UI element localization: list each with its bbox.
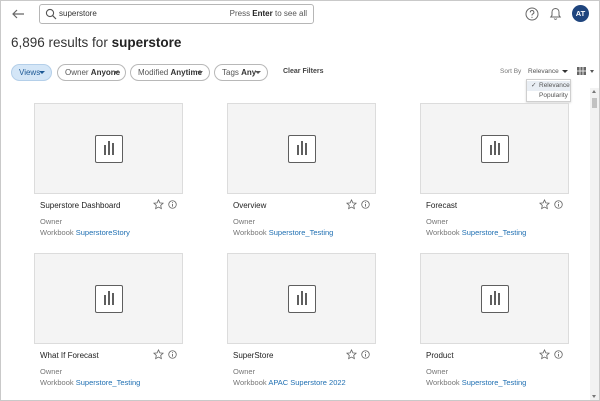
star-icon[interactable] <box>539 199 550 210</box>
owner-label: Owner <box>233 367 256 376</box>
workbook-link[interactable]: APAC Superstore 2022 <box>268 378 345 387</box>
info-icon[interactable] <box>361 200 370 209</box>
sort-option-relevance[interactable]: ✓ Relevance <box>527 81 570 91</box>
owner-filter[interactable]: Owner Anyone <box>57 64 126 81</box>
help-icon[interactable] <box>525 7 539 21</box>
workbook-line: Workbook Superstore_Testing <box>233 228 334 237</box>
workbook-line: Workbook SuperstoreStory <box>40 228 130 237</box>
view-title[interactable]: What If Forecast <box>40 351 99 360</box>
chevron-down-icon <box>113 71 119 74</box>
view-icon <box>481 285 509 313</box>
owner-label: Owner <box>233 217 256 226</box>
view-icon <box>288 135 316 163</box>
workbook-line: Workbook Superstore_Testing <box>426 228 527 237</box>
view-title[interactable]: SuperStore <box>233 351 273 360</box>
info-icon[interactable] <box>168 350 177 359</box>
view-icon <box>95 285 123 313</box>
view-thumbnail[interactable] <box>227 253 376 344</box>
search-icon <box>45 8 57 20</box>
view-icon <box>288 285 316 313</box>
chevron-down-icon <box>255 71 261 74</box>
workbook-line: Workbook APAC Superstore 2022 <box>233 378 346 387</box>
owner-label: Owner <box>40 367 63 376</box>
view-card[interactable]: Product Owner Workbook Superstore_Testing <box>420 253 570 393</box>
owner-label: Owner <box>426 217 449 226</box>
scroll-down-icon[interactable] <box>592 395 596 398</box>
view-title[interactable]: Forecast <box>426 201 457 210</box>
info-icon[interactable] <box>554 350 563 359</box>
star-icon[interactable] <box>346 349 357 360</box>
sort-by-label: Sort By <box>500 68 522 75</box>
view-title[interactable]: Overview <box>233 201 266 210</box>
workbook-link[interactable]: Superstore_Testing <box>462 378 527 387</box>
view-card[interactable]: Overview Owner Workbook Superstore_Testing <box>227 103 377 243</box>
star-icon[interactable] <box>153 199 164 210</box>
sort-dropdown-menu: ✓ Relevance Popularity <box>526 79 571 102</box>
star-icon[interactable] <box>539 349 550 360</box>
view-icon <box>481 135 509 163</box>
view-thumbnail[interactable] <box>227 103 376 194</box>
view-card[interactable]: Forecast Owner Workbook Superstore_Testing <box>420 103 570 243</box>
workbook-link[interactable]: SuperstoreStory <box>76 228 130 237</box>
scrollbar[interactable] <box>590 88 599 400</box>
owner-label: Owner <box>426 367 449 376</box>
view-thumbnail[interactable] <box>34 103 183 194</box>
chevron-down-icon[interactable] <box>562 70 568 73</box>
back-arrow-icon[interactable] <box>10 6 26 22</box>
info-icon[interactable] <box>168 200 177 209</box>
workbook-line: Workbook Superstore_Testing <box>426 378 527 387</box>
tags-filter[interactable]: Tags Any <box>214 64 268 81</box>
sort-option-popularity[interactable]: Popularity <box>527 91 570 101</box>
check-icon: ✓ <box>531 82 537 89</box>
star-icon[interactable] <box>153 349 164 360</box>
modified-filter[interactable]: Modified Anytime <box>130 64 210 81</box>
workbook-line: Workbook Superstore_Testing <box>40 378 141 387</box>
bell-icon[interactable] <box>549 7 562 21</box>
avatar[interactable]: AT <box>572 5 589 22</box>
search-input[interactable]: superstore Press Enter to see all <box>39 4 314 24</box>
grid-view-icon[interactable] <box>577 67 586 75</box>
workbook-link[interactable]: Superstore_Testing <box>462 228 527 237</box>
owner-label: Owner <box>40 217 63 226</box>
results-heading: 6,896 results for superstore <box>11 35 182 50</box>
view-thumbnail[interactable] <box>34 253 183 344</box>
star-icon[interactable] <box>346 199 357 210</box>
view-thumbnail[interactable] <box>420 253 569 344</box>
chevron-down-icon <box>39 71 45 74</box>
info-icon[interactable] <box>361 350 370 359</box>
sort-select[interactable]: Relevance <box>528 68 559 75</box>
workbook-link[interactable]: Superstore_Testing <box>76 378 141 387</box>
search-hint: Press Enter to see all <box>229 9 307 18</box>
scroll-thumb[interactable] <box>592 98 597 108</box>
view-icon <box>95 135 123 163</box>
view-thumbnail[interactable] <box>420 103 569 194</box>
view-title[interactable]: Superstore Dashboard <box>40 201 121 210</box>
view-card[interactable]: What If Forecast Owner Workbook Superstore… <box>34 253 184 393</box>
views-filter[interactable]: Views <box>11 64 52 81</box>
view-card[interactable]: Superstore Dashboard Owner Workbook Supers… <box>34 103 184 243</box>
chevron-down-icon[interactable] <box>590 70 594 73</box>
info-icon[interactable] <box>554 200 563 209</box>
workbook-link[interactable]: Superstore_Testing <box>269 228 334 237</box>
scroll-up-icon[interactable] <box>592 90 596 93</box>
chevron-down-icon <box>197 71 203 74</box>
search-query[interactable]: superstore <box>59 9 97 18</box>
view-title[interactable]: Product <box>426 351 454 360</box>
clear-filters-button[interactable]: Clear Filters <box>283 68 323 75</box>
view-card[interactable]: SuperStore Owner Workbook APAC Superstore … <box>227 253 377 393</box>
